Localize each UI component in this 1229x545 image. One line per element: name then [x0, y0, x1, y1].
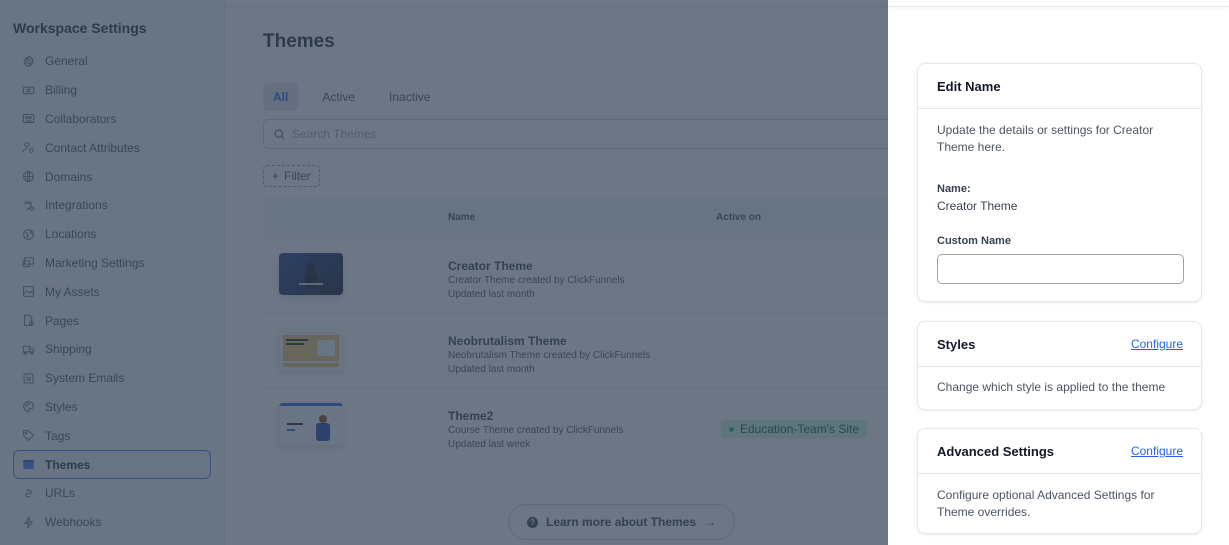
edit-name-title: Edit Name [937, 78, 1001, 94]
edit-name-card: Edit Name Update the details or settings… [917, 63, 1202, 302]
card-body: Change which style is applied to the the… [918, 367, 1201, 409]
styles-card: Styles Configure Change which style is a… [917, 321, 1202, 410]
drawer-header-bar [888, 0, 1229, 7]
modal-backdrop[interactable] [0, 0, 888, 545]
styles-title: Styles [937, 336, 976, 352]
custom-name-field: Custom Name [937, 233, 1184, 284]
styles-configure-link[interactable]: Configure [1131, 337, 1183, 351]
card-header: Edit Name [918, 64, 1201, 109]
name-field: Name: Creator Theme [937, 181, 1182, 215]
card-body: Update the details or settings for Creat… [918, 109, 1201, 297]
card-header: Advanced Settings Configure [918, 429, 1201, 474]
edit-theme-drawer: Edit Name Update the details or settings… [888, 0, 1229, 545]
advanced-configure-link[interactable]: Configure [1131, 444, 1183, 458]
custom-name-label: Custom Name [937, 235, 1011, 247]
card-body: Configure optional Advanced Settings for… [918, 474, 1201, 534]
advanced-settings-title: Advanced Settings [937, 443, 1055, 459]
edit-name-description: Update the details or settings for Creat… [937, 123, 1154, 154]
styles-description: Change which style is applied to the the… [937, 380, 1166, 394]
advanced-settings-card: Advanced Settings Configure Configure op… [917, 428, 1202, 534]
card-header: Styles Configure [918, 322, 1201, 367]
name-value: Creator Theme [937, 199, 1018, 213]
advanced-description: Configure optional Advanced Settings for… [937, 488, 1155, 519]
custom-name-input[interactable] [937, 254, 1184, 284]
name-label: Name: [937, 183, 971, 195]
